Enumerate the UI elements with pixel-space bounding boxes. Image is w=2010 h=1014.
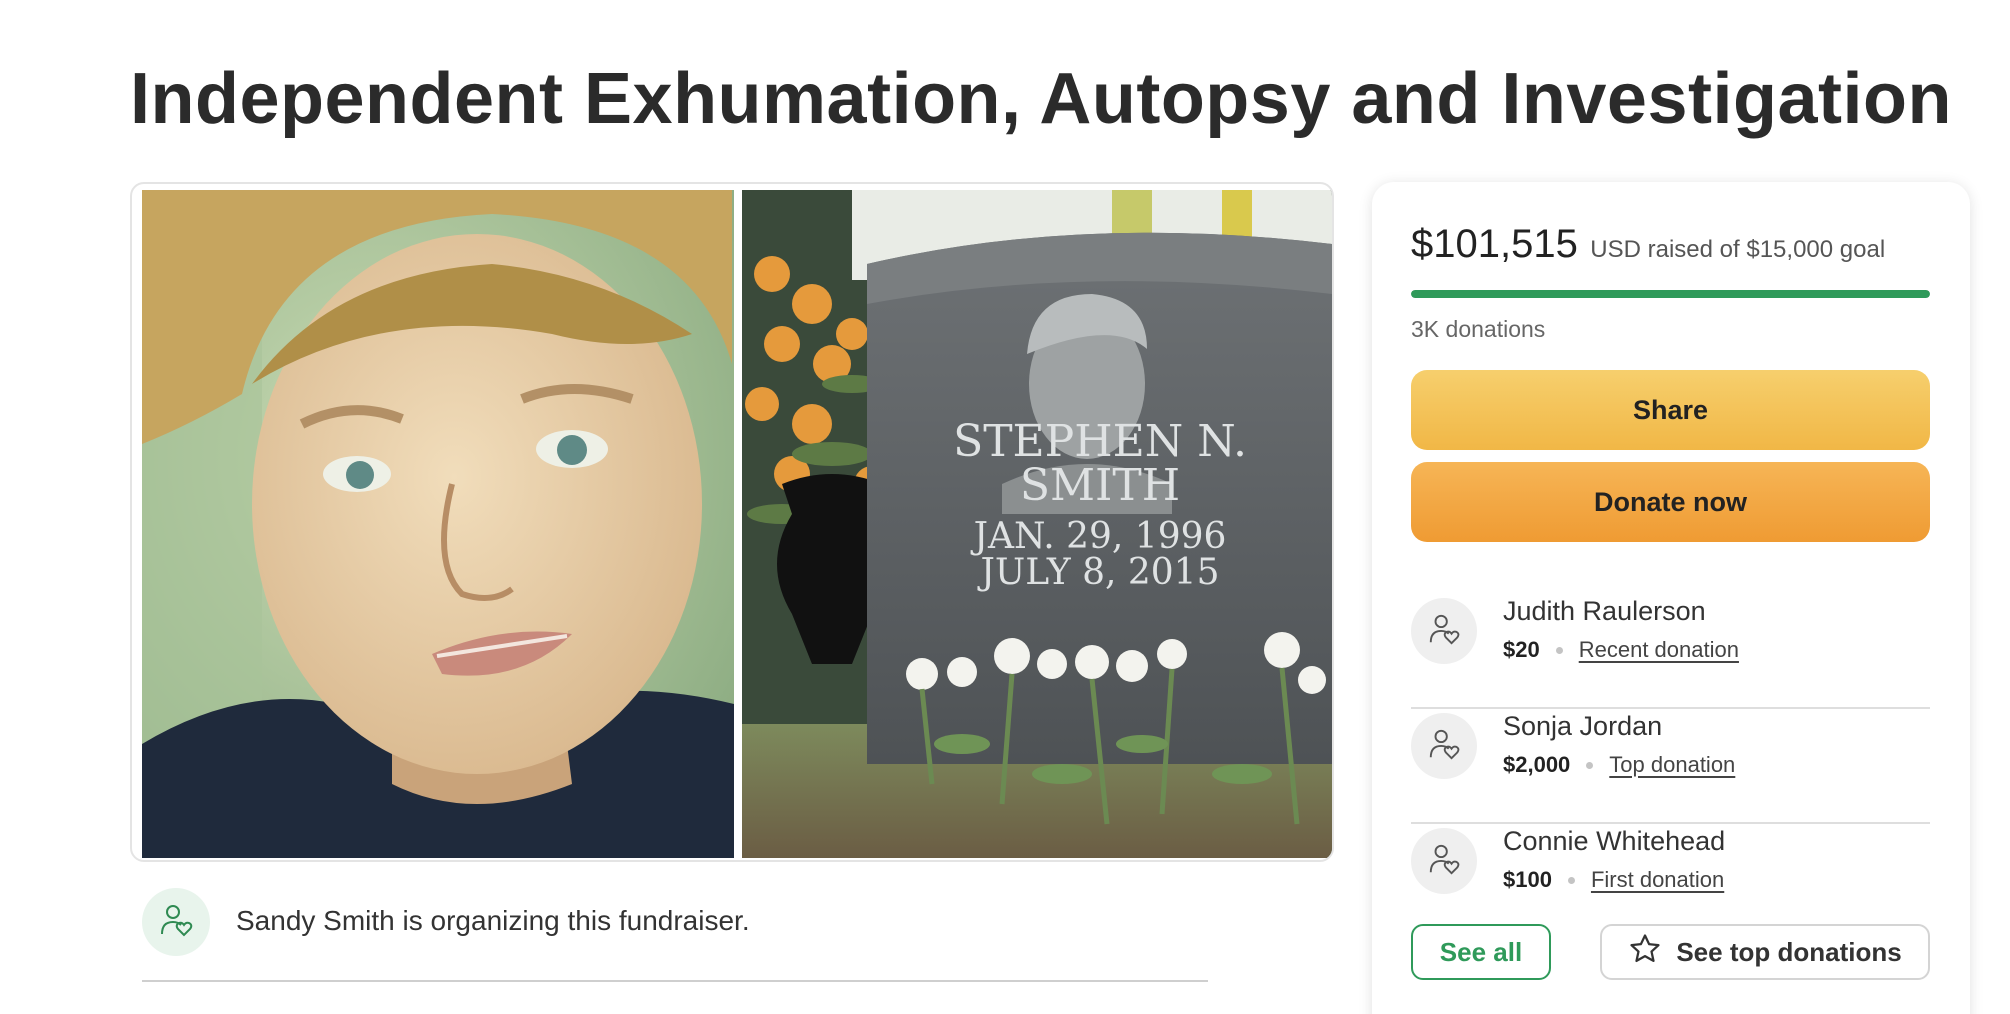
campaign-media[interactable]: STEPHEN N. SMITH JAN. 29, 1996 JULY 8, 2…	[130, 182, 1334, 862]
donation-count: 3K donations	[1411, 316, 1546, 342]
organizer-text: Sandy Smith is organizing this fundraise…	[236, 905, 750, 936]
donation-tag-link[interactable]: Top donation	[1609, 752, 1735, 778]
donor-amount: $20	[1503, 637, 1540, 662]
progress-fill	[1411, 290, 1930, 298]
donor-avatar	[1411, 713, 1477, 779]
see-top-donations-label: See top donations	[1676, 936, 1902, 967]
donation-tag-link[interactable]: First donation	[1591, 867, 1724, 893]
donor-item: Connie Whitehead $100 First donation	[1411, 824, 1930, 939]
donor-name: Judith Raulerson	[1503, 596, 1706, 626]
person-heart-icon	[1427, 612, 1461, 651]
donor-amount: $100	[1503, 867, 1552, 892]
donate-now-button[interactable]: Donate now	[1411, 462, 1930, 542]
donation-tag-link[interactable]: Recent donation	[1579, 637, 1739, 663]
organizer-avatar	[142, 888, 210, 956]
donor-avatar	[1411, 828, 1477, 894]
separator-dot	[1567, 876, 1575, 884]
share-button[interactable]: Share	[1411, 370, 1930, 450]
person-heart-icon	[1427, 842, 1461, 881]
person-heart-icon	[158, 902, 194, 943]
donor-name: Connie Whitehead	[1503, 826, 1726, 856]
amount-raised: $101,515 USD raised of $15,000 goal	[1411, 222, 1885, 267]
donor-item: Sonja Jordan $2,000 Top donation	[1411, 709, 1930, 824]
star-icon	[1628, 932, 1676, 973]
headstone-date-line1: JAN. 29, 1996	[970, 516, 1227, 557]
donor-amount: $2,000	[1503, 752, 1571, 777]
raised-amount: $101,515	[1411, 222, 1578, 266]
headstone-name-line2: SMITH	[1020, 460, 1180, 511]
raised-goal-text: USD raised of $15,000 goal	[1590, 236, 1886, 263]
page-title: Independent Exhumation, Autopsy and Inve…	[130, 59, 1952, 139]
see-top-donations-button[interactable]: See top donations	[1600, 924, 1930, 980]
donor-name: Sonja Jordan	[1503, 711, 1663, 741]
headstone-photo: STEPHEN N. SMITH JAN. 29, 1996 JULY 8, 2…	[742, 190, 1332, 858]
donation-card: $101,515 USD raised of $15,000 goal 3K d…	[1372, 182, 1970, 1014]
organizer-row: Sandy Smith is organizing this fundraise…	[142, 888, 1208, 982]
see-all-button[interactable]: See all	[1411, 924, 1551, 980]
headstone-date-line2: JULY 8, 2015	[977, 552, 1220, 593]
donor-item: Judith Raulerson $20 Recent donation	[1411, 594, 1930, 709]
campaign-photo: STEPHEN N. SMITH JAN. 29, 1996 JULY 8, 2…	[142, 190, 1332, 858]
donor-avatar	[1411, 598, 1477, 664]
person-heart-icon	[1427, 727, 1461, 766]
progress-bar	[1411, 290, 1930, 298]
separator-dot	[1586, 761, 1594, 769]
separator-dot	[1555, 646, 1563, 654]
portrait-photo	[142, 190, 734, 858]
